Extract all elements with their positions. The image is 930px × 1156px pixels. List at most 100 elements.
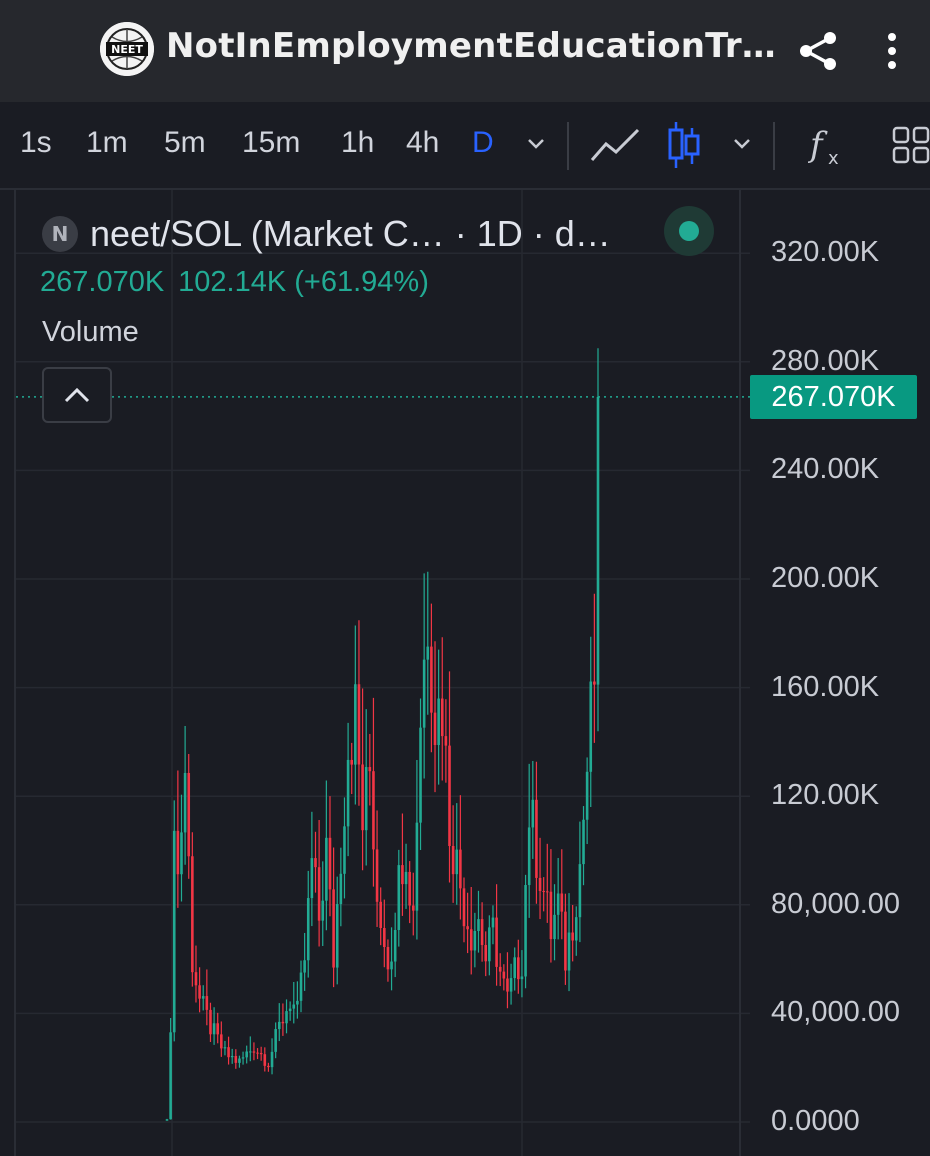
candle [241, 1051, 245, 1065]
candle [172, 800, 176, 1042]
candle [495, 884, 498, 986]
candle [205, 969, 209, 1026]
timeframe-d[interactable]: D [472, 126, 494, 160]
neet-logo-icon: NEET [100, 22, 154, 76]
candle [535, 761, 538, 904]
candle [364, 709, 368, 866]
candle [596, 348, 600, 732]
candle [187, 753, 191, 879]
candle [332, 847, 335, 988]
candle [346, 722, 350, 857]
candle [564, 893, 567, 985]
candle [549, 849, 553, 963]
timeframe-1h[interactable]: 1h [341, 126, 374, 160]
price-tick-label: 200.00K [771, 562, 880, 594]
app-bar: NEET NotInEmploymentEducationTrai… [0, 0, 930, 102]
chevron-up-icon [64, 387, 90, 403]
candle [491, 905, 495, 945]
legend-last-value: 267.070K [40, 266, 165, 298]
candle [484, 931, 488, 977]
candle [542, 877, 545, 912]
more-vertical-icon[interactable] [872, 28, 912, 74]
candle [328, 796, 332, 917]
candle [209, 1002, 212, 1043]
candle [252, 1042, 256, 1061]
price-tick-label: 160.00K [771, 670, 880, 703]
candle [524, 874, 527, 989]
candle [281, 1003, 285, 1036]
candle [176, 770, 180, 908]
candle [183, 726, 187, 865]
chart-toolbar: 1s 1m 5m 15m 1h 4h D f x [0, 102, 930, 190]
candle [234, 1049, 238, 1069]
indicators-icon[interactable]: f x [807, 122, 848, 174]
candle [169, 1017, 172, 1120]
svg-text:NEET: NEET [111, 43, 143, 56]
candle [459, 795, 462, 920]
candle [249, 1036, 252, 1062]
timeframe-1m[interactable]: 1m [86, 126, 128, 160]
candle [335, 876, 339, 985]
price-tick-label: 40,000.00 [771, 996, 901, 1029]
candle [571, 905, 574, 962]
share-icon[interactable] [796, 28, 842, 74]
candle [325, 780, 328, 931]
candle [408, 861, 411, 924]
candle [375, 810, 379, 927]
toolbar-divider [567, 122, 569, 170]
collapse-legend-button[interactable] [42, 367, 112, 423]
candlestick-icon[interactable] [666, 120, 702, 174]
candle [343, 797, 346, 899]
timeframe-1s[interactable]: 1s [20, 126, 52, 160]
candle [245, 1045, 248, 1064]
candle [372, 697, 375, 887]
line-chart-icon[interactable] [590, 124, 640, 172]
price-tick-label: 240.00K [771, 453, 880, 486]
candle [545, 843, 549, 923]
candle [422, 573, 426, 779]
candle [256, 1048, 259, 1060]
chart-legend[interactable]: N neet/SOL (Market C… · 1D · d… [42, 210, 611, 258]
candle [216, 1012, 220, 1044]
candle [191, 832, 194, 987]
candle [560, 849, 564, 940]
candle [354, 625, 357, 805]
candle [220, 1021, 223, 1057]
candle [506, 952, 509, 1009]
candle [390, 927, 393, 991]
market-status-indicator[interactable] [664, 206, 714, 256]
candle [531, 760, 535, 859]
timeframe-4h[interactable]: 4h [406, 126, 439, 160]
candle [517, 939, 520, 994]
timeframe-5m[interactable]: 5m [164, 126, 206, 160]
candle [227, 1036, 230, 1065]
candle [426, 571, 430, 715]
candle [498, 953, 502, 987]
candle [292, 981, 296, 1024]
volume-indicator-label[interactable]: Volume [42, 316, 139, 349]
legend-values: 267.070K 102.14K (+61.94%) [40, 266, 443, 299]
layout-grid-icon[interactable] [892, 126, 930, 170]
candle [180, 794, 183, 902]
chevron-down-icon[interactable] [730, 132, 754, 160]
chevron-down-icon[interactable] [524, 132, 548, 160]
candle [383, 899, 386, 968]
price-tick-label: 80,000.00 [771, 887, 901, 920]
candle [285, 999, 288, 1034]
candle [513, 947, 516, 991]
timeframe-15m[interactable]: 15m [242, 126, 300, 160]
candle [415, 760, 419, 940]
svg-text:f: f [808, 125, 828, 165]
candle [448, 671, 451, 883]
candle [509, 963, 513, 1005]
candle [574, 906, 578, 956]
price-tick-label: 280.00K [771, 344, 880, 377]
candle [303, 932, 306, 991]
candle [288, 1001, 292, 1021]
candle [444, 699, 448, 783]
candle [263, 1047, 267, 1072]
candle [469, 887, 473, 975]
price-tick-label: 120.00K [771, 779, 880, 812]
symbol-name[interactable]: neet/SOL (Market C… · 1D · d… [90, 213, 611, 255]
candle [357, 620, 361, 806]
